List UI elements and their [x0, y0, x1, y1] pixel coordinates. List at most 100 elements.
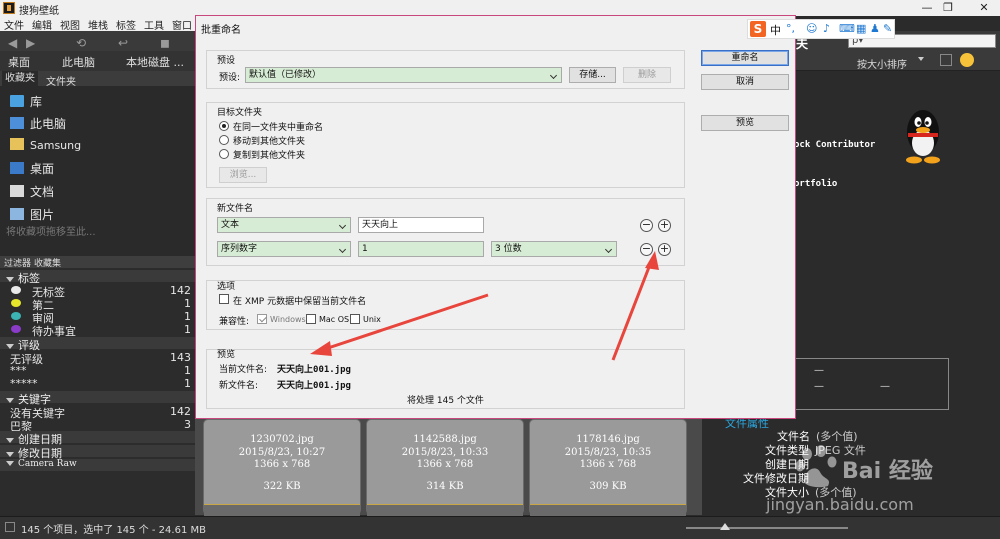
label-dot-icon: [11, 299, 21, 307]
app-icon: [3, 2, 15, 14]
breadcrumb-disk[interactable]: 本地磁盘 ...: [126, 54, 184, 70]
library-icon: [10, 95, 24, 107]
radio-copy-folder[interactable]: [219, 149, 229, 159]
favorite-documents[interactable]: 文档: [10, 183, 54, 200]
menu-label[interactable]: 标签: [116, 17, 136, 32]
watermark-brand: Bai 经验: [842, 459, 933, 484]
camera-icon[interactable]: ◼: [160, 36, 170, 50]
section-date-modified[interactable]: 修改日期: [0, 445, 195, 460]
unix-checkbox[interactable]: [350, 314, 360, 324]
section-date-created[interactable]: 创建日期: [0, 431, 195, 446]
save-preset-button[interactable]: 存储...: [569, 67, 616, 83]
radio-move-folder[interactable]: [219, 135, 229, 145]
browse-button[interactable]: 浏览...: [219, 167, 267, 183]
destination-group: 目标文件夹 在同一文件夹中重命名 移动到其他文件夹 复制到其他文件夹 浏览...: [206, 102, 685, 188]
menu-tools[interactable]: 工具: [144, 17, 164, 32]
filter-row[interactable]: 待办事宜 1: [0, 323, 195, 338]
chevron-down-icon: [549, 70, 559, 80]
status-square-icon[interactable]: [5, 522, 15, 532]
thumbnail-card[interactable]: 1142588.jpg 2015/8/23, 10:33 1366 x 768 …: [366, 419, 524, 516]
filter-row[interactable]: *** 1: [0, 364, 195, 377]
favorite-desktop[interactable]: 桌面: [10, 160, 54, 177]
rename-button[interactable]: 重命名: [701, 50, 789, 66]
favorite-library[interactable]: 库: [10, 93, 42, 110]
menu-edit[interactable]: 编辑: [32, 17, 52, 32]
filter-row[interactable]: 第二 1: [0, 297, 195, 312]
favorites-panel: 收藏夹 文件夹 库 此电脑 Samsung 桌面 文档 图片 将收藏项拖移至此.…: [0, 71, 195, 261]
filter-row[interactable]: ***** 1: [0, 377, 195, 390]
sequence-start-input[interactable]: 1: [358, 241, 484, 257]
filter-row[interactable]: 巴黎 3: [0, 418, 195, 433]
remove-row-button[interactable]: −: [640, 243, 653, 256]
menu-window[interactable]: 窗口: [172, 17, 192, 32]
section-labels[interactable]: 标签: [0, 270, 195, 285]
filter-row[interactable]: 没有关键字 142: [0, 405, 195, 420]
tab-collections[interactable]: 收藏集: [34, 256, 61, 269]
keep-xmp-label: 在 XMP 元数据中保留当前文件名: [233, 297, 367, 307]
favorite-samsung[interactable]: Samsung: [10, 138, 81, 152]
tab-filter[interactable]: 过滤器: [4, 256, 31, 269]
recent-icon[interactable]: ⟲: [76, 36, 86, 50]
thumbnail-card[interactable]: 1230702.jpg 2015/8/23, 10:27 1366 x 768 …: [203, 419, 361, 516]
menu-view[interactable]: 视图: [60, 17, 80, 32]
preview-text-line: ortfolio: [794, 179, 838, 189]
watermark-url: jingyan.baidu.com: [766, 495, 914, 514]
microphone-icon[interactable]: ♪: [823, 22, 830, 35]
breadcrumb-desktop[interactable]: 桌面: [8, 54, 30, 70]
text-value-input[interactable]: 天天向上: [358, 217, 484, 233]
drag-hint: 将收藏项拖移至此...: [6, 227, 96, 238]
thumbnail-card[interactable]: 1178146.jpg 2015/8/23, 10:35 1366 x 768 …: [529, 419, 687, 516]
grid-icon[interactable]: ▦: [856, 22, 866, 35]
preset-select[interactable]: 默认值（已修改）: [245, 67, 562, 83]
forward-arrow-icon[interactable]: ▶: [26, 36, 35, 50]
radio-same-folder[interactable]: [219, 121, 229, 131]
ime-mode[interactable]: 中: [770, 22, 781, 38]
chevron-down-icon[interactable]: [918, 57, 924, 61]
section-keywords[interactable]: 关键字: [0, 391, 195, 406]
sort-order-button[interactable]: [940, 54, 952, 66]
close-window-button[interactable]: ✕: [972, 1, 996, 15]
keep-xmp-checkbox[interactable]: [219, 294, 229, 304]
preview-text-line: ock Contributor: [794, 140, 876, 150]
delete-preset-button[interactable]: 删除: [623, 67, 671, 83]
breadcrumb-pc[interactable]: 此电脑: [62, 54, 95, 70]
picture-icon: [10, 208, 24, 220]
name-element-type-select[interactable]: 文本: [217, 217, 351, 233]
filter-row[interactable]: 无评级 143: [0, 351, 195, 366]
windows-checkbox[interactable]: [257, 314, 267, 324]
favorites-tabs: 收藏夹 文件夹: [0, 71, 195, 88]
preview-group-label: 预览: [217, 350, 236, 360]
name-element-type-select[interactable]: 序列数字: [217, 241, 351, 257]
wrench-icon[interactable]: ✎: [883, 22, 892, 35]
ime-punct[interactable]: °,: [786, 22, 795, 35]
favorite-this-pc[interactable]: 此电脑: [10, 115, 66, 132]
remove-row-button[interactable]: −: [640, 219, 653, 232]
section-ratings[interactable]: 评级: [0, 337, 195, 352]
add-row-button[interactable]: +: [658, 243, 671, 256]
digits-select[interactable]: 3 位数: [491, 241, 617, 257]
back-arrow-icon[interactable]: ◀: [8, 36, 17, 50]
filter-row[interactable]: 无标签 142: [0, 284, 195, 299]
tab-folders[interactable]: 文件夹: [46, 73, 76, 88]
menu-stack[interactable]: 堆栈: [88, 17, 108, 32]
filter-row[interactable]: 审阅 1: [0, 310, 195, 325]
radio-same-folder-label: 在同一文件夹中重命名: [233, 123, 324, 133]
section-camera-raw[interactable]: Camera Raw: [0, 459, 195, 471]
lightbulb-icon[interactable]: [960, 53, 974, 67]
return-icon[interactable]: ↩: [118, 36, 128, 50]
tab-favorites[interactable]: 收藏夹: [2, 71, 38, 86]
sort-dropdown[interactable]: 按大小排序: [857, 56, 907, 71]
sogou-logo-icon[interactable]: S: [750, 21, 766, 37]
favorite-pictures[interactable]: 图片: [10, 206, 54, 223]
preview-button[interactable]: 预览: [701, 115, 789, 131]
chevron-down-icon: [338, 220, 348, 230]
menu-file[interactable]: 文件: [4, 17, 24, 32]
smiley-icon[interactable]: ☺: [806, 22, 817, 35]
add-row-button[interactable]: +: [658, 219, 671, 232]
maximize-button[interactable]: ❐: [936, 1, 960, 15]
cancel-button[interactable]: 取消: [701, 74, 789, 90]
slider-thumb[interactable]: [720, 523, 730, 530]
shirt-icon[interactable]: ♟: [870, 22, 880, 35]
mac-checkbox[interactable]: [306, 314, 316, 324]
keyboard-icon[interactable]: ⌨: [839, 22, 855, 35]
